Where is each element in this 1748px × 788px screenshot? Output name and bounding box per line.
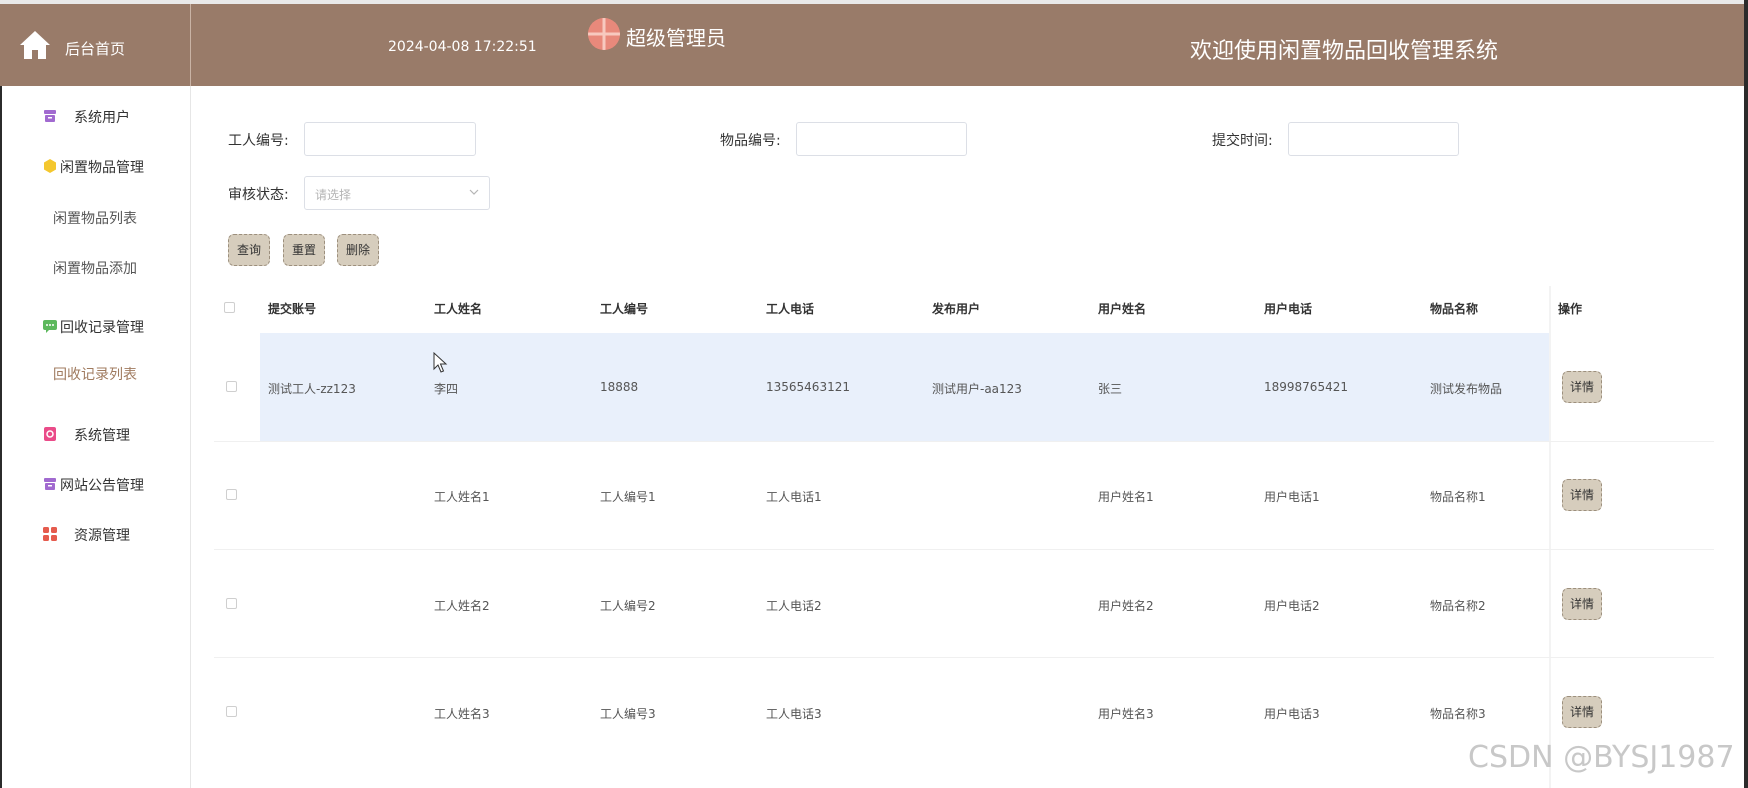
sidebar-item-system-manage[interactable]: 系统管理 bbox=[0, 420, 190, 450]
sidebar-item-label: 系统用户 bbox=[74, 110, 130, 126]
mouse-cursor-icon bbox=[433, 352, 448, 373]
avatar-icon bbox=[588, 18, 620, 50]
sidebar-item-site-notice[interactable]: 网站公告管理 bbox=[0, 470, 190, 500]
item-no-input[interactable] bbox=[796, 122, 967, 156]
table-cell: 张三 bbox=[1098, 382, 1123, 396]
sidebar-item-system-users[interactable]: 系统用户 bbox=[0, 102, 190, 132]
table-cell: 工人电话3 bbox=[766, 707, 822, 721]
sidebar-item-recycle-records[interactable]: 回收记录管理 bbox=[0, 312, 190, 342]
table-cell: 工人电话1 bbox=[766, 490, 822, 504]
table-cell: 工人编号1 bbox=[600, 490, 656, 504]
audit-status-label: 审核状态: bbox=[228, 187, 289, 203]
table-cell: 用户姓名2 bbox=[1098, 599, 1154, 613]
table-cell: 物品名称1 bbox=[1430, 490, 1486, 504]
table-cell: 工人姓名1 bbox=[434, 490, 490, 504]
table-cell: 测试发布物品 bbox=[1430, 382, 1503, 396]
sidebar-sub-record-list[interactable]: 回收记录列表 bbox=[0, 364, 190, 384]
submit-time-input[interactable] bbox=[1288, 122, 1459, 156]
audit-status-placeholder: 请选择 bbox=[315, 188, 352, 202]
table-cell: 物品名称3 bbox=[1430, 707, 1486, 721]
table-cell: 测试用户-aa123 bbox=[932, 382, 1022, 396]
user-role: 超级管理员 bbox=[626, 26, 726, 50]
table-cell: 用户电话1 bbox=[1264, 490, 1320, 504]
detail-button[interactable]: 详情 bbox=[1562, 696, 1602, 728]
sidebar-item-label: 资源管理 bbox=[74, 528, 130, 544]
col-header: 用户电话 bbox=[1264, 302, 1313, 316]
avatar[interactable] bbox=[588, 18, 620, 50]
grid-icon bbox=[43, 527, 57, 541]
item-no-label: 物品编号: bbox=[720, 133, 781, 149]
table-cell: 工人姓名3 bbox=[434, 707, 490, 721]
col-header: 发布用户 bbox=[932, 302, 981, 316]
sidebar-item-idle-goods[interactable]: 闲置物品管理 bbox=[0, 152, 190, 182]
detail-button[interactable]: 详情 bbox=[1562, 371, 1602, 403]
operation-column-divider bbox=[1549, 286, 1551, 788]
sidebar-sub-item-list[interactable]: 闲置物品列表 bbox=[0, 208, 190, 228]
table-cell: 18888 bbox=[600, 380, 639, 394]
row-checkbox[interactable] bbox=[226, 381, 237, 392]
right-border bbox=[1744, 0, 1748, 788]
delete-button[interactable]: 删除 bbox=[337, 234, 379, 266]
system-title: 欢迎使用闲置物品回收管理系统 bbox=[1190, 39, 1499, 64]
sidebar: 系统用户 闲置物品管理 闲置物品列表 闲置物品添加 回收记录管理 回收记录列表 … bbox=[0, 86, 191, 788]
sidebar-item-label: 闲置物品管理 bbox=[60, 160, 144, 176]
detail-button[interactable]: 详情 bbox=[1562, 479, 1602, 511]
table-cell: 工人姓名2 bbox=[434, 599, 490, 613]
sidebar-item-resources[interactable]: 资源管理 bbox=[0, 520, 190, 550]
col-header: 提交账号 bbox=[268, 302, 317, 316]
archive-icon bbox=[44, 478, 56, 490]
row-checkbox[interactable] bbox=[226, 598, 237, 609]
audit-status-select[interactable]: 请选择 bbox=[304, 176, 490, 210]
sidebar-item-label: 系统管理 bbox=[74, 428, 130, 444]
row-checkbox[interactable] bbox=[226, 489, 237, 500]
table-cell: 用户姓名1 bbox=[1098, 490, 1154, 504]
home-label: 后台首页 bbox=[65, 40, 126, 58]
table-cell: 工人编号2 bbox=[600, 599, 656, 613]
table-cell: 用户电话2 bbox=[1264, 599, 1320, 613]
col-header: 工人编号 bbox=[600, 302, 649, 316]
row-divider bbox=[214, 657, 1714, 658]
table-cell: 用户姓名3 bbox=[1098, 707, 1154, 721]
col-header: 工人姓名 bbox=[434, 302, 483, 316]
table-cell: 物品名称2 bbox=[1430, 599, 1486, 613]
row-divider bbox=[214, 441, 1714, 442]
left-border bbox=[0, 86, 2, 788]
worker-no-label: 工人编号: bbox=[228, 133, 289, 149]
table-cell: 测试工人-zz123 bbox=[268, 382, 356, 396]
top-header: 后台首页 2024-04-08 17:22:51 超级管理员 欢迎使用闲置物品回… bbox=[0, 0, 1748, 86]
select-all-checkbox[interactable] bbox=[224, 302, 235, 313]
current-datetime: 2024-04-08 17:22:51 bbox=[388, 39, 537, 55]
table-cell: 18998765421 bbox=[1264, 380, 1348, 394]
worker-no-input[interactable] bbox=[304, 122, 476, 156]
table-cell: 工人电话2 bbox=[766, 599, 822, 613]
table-cell: 李四 bbox=[434, 382, 459, 396]
row-checkbox[interactable] bbox=[226, 706, 237, 717]
col-header: 用户姓名 bbox=[1098, 302, 1147, 316]
submit-time-label: 提交时间: bbox=[1212, 133, 1273, 149]
cube-icon bbox=[44, 159, 56, 173]
col-header: 工人电话 bbox=[766, 302, 815, 316]
query-button[interactable]: 查询 bbox=[228, 234, 270, 266]
reset-button[interactable]: 重置 bbox=[283, 234, 325, 266]
settings-doc-icon bbox=[44, 427, 56, 441]
table-cell: 用户电话3 bbox=[1264, 707, 1320, 721]
archive-icon bbox=[44, 110, 56, 122]
sidebar-item-label: 网站公告管理 bbox=[60, 478, 144, 494]
col-header: 物品名称 bbox=[1430, 302, 1479, 316]
home-link[interactable]: 后台首页 bbox=[0, 4, 191, 86]
detail-button[interactable]: 详情 bbox=[1562, 588, 1602, 620]
watermark: CSDN @BYSJ1987 bbox=[1468, 740, 1735, 775]
col-header: 操作 bbox=[1558, 302, 1583, 316]
sidebar-sub-item-add[interactable]: 闲置物品添加 bbox=[0, 258, 190, 278]
table-cell: 13565463121 bbox=[766, 380, 850, 394]
table-cell: 工人编号3 bbox=[600, 707, 656, 721]
sidebar-item-label: 回收记录管理 bbox=[60, 320, 144, 336]
home-icon bbox=[20, 31, 50, 59]
chevron-down-icon bbox=[469, 189, 479, 195]
chat-icon bbox=[43, 320, 57, 333]
row-divider bbox=[214, 549, 1714, 550]
